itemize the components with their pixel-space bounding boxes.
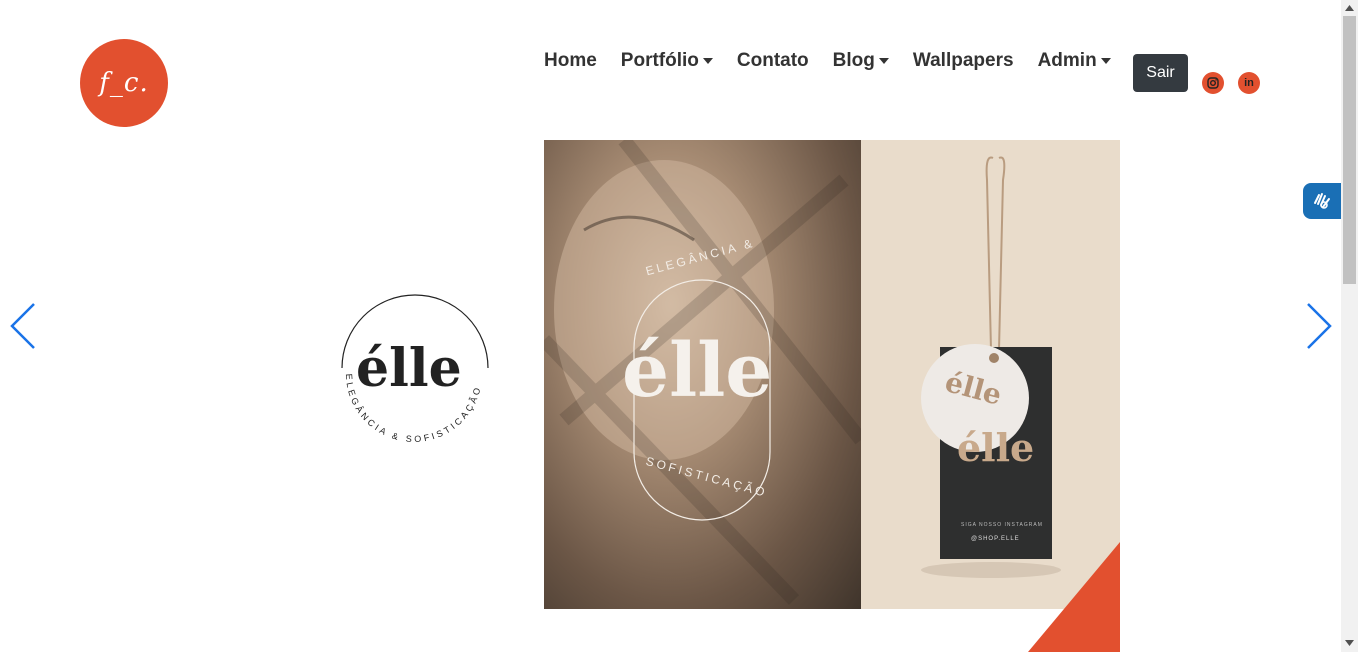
badge-brand-name: élle xyxy=(356,338,462,399)
carousel-slide-image: ELEGÂNCIA & élle SOFISTICAÇÃO élle élle … xyxy=(544,140,1120,652)
linkedin-icon[interactable]: in xyxy=(1238,72,1260,94)
nav-admin[interactable]: Admin xyxy=(1026,50,1123,72)
nav-home[interactable]: Home xyxy=(532,50,609,72)
nav-portfolio[interactable]: Portfólio xyxy=(609,50,725,72)
nav-wallpapers-label: Wallpapers xyxy=(912,50,1014,71)
nav-contato[interactable]: Contato xyxy=(725,50,821,72)
site-logo[interactable]: f_c. xyxy=(80,39,168,127)
sign-language-hands-icon[interactable] xyxy=(1303,183,1341,219)
nav-wallpapers[interactable]: Wallpapers xyxy=(901,50,1026,72)
scroll-down-arrow-icon[interactable] xyxy=(1341,636,1358,650)
caret-down-icon xyxy=(1100,58,1111,64)
page-scrollbar[interactable] xyxy=(1341,0,1358,652)
linkedin-label: in xyxy=(1244,77,1254,89)
chevron-right-icon[interactable] xyxy=(1304,302,1334,350)
nav-contato-label: Contato xyxy=(736,50,809,71)
nav-blog-label: Blog xyxy=(832,50,875,71)
nav-home-label: Home xyxy=(544,50,597,71)
scroll-up-arrow-icon[interactable] xyxy=(1341,1,1358,15)
instagram-icon[interactable] xyxy=(1202,72,1224,94)
scrollbar-thumb[interactable] xyxy=(1343,16,1356,284)
logout-button[interactable]: Sair xyxy=(1133,54,1188,92)
nav-blog[interactable]: Blog xyxy=(821,50,901,72)
main-nav: Home Portfólio Contato Blog Wallpapers A… xyxy=(532,50,1123,72)
nav-portfolio-label: Portfólio xyxy=(620,50,699,71)
nav-admin-label: Admin xyxy=(1037,50,1097,71)
brand-badge: ELEGÂNCIA & SOFISTICAÇÃO élle xyxy=(328,288,500,460)
caret-down-icon xyxy=(878,58,889,64)
accent-triangle xyxy=(1028,542,1120,652)
caret-down-icon xyxy=(702,58,713,64)
chevron-left-icon[interactable] xyxy=(8,302,38,350)
